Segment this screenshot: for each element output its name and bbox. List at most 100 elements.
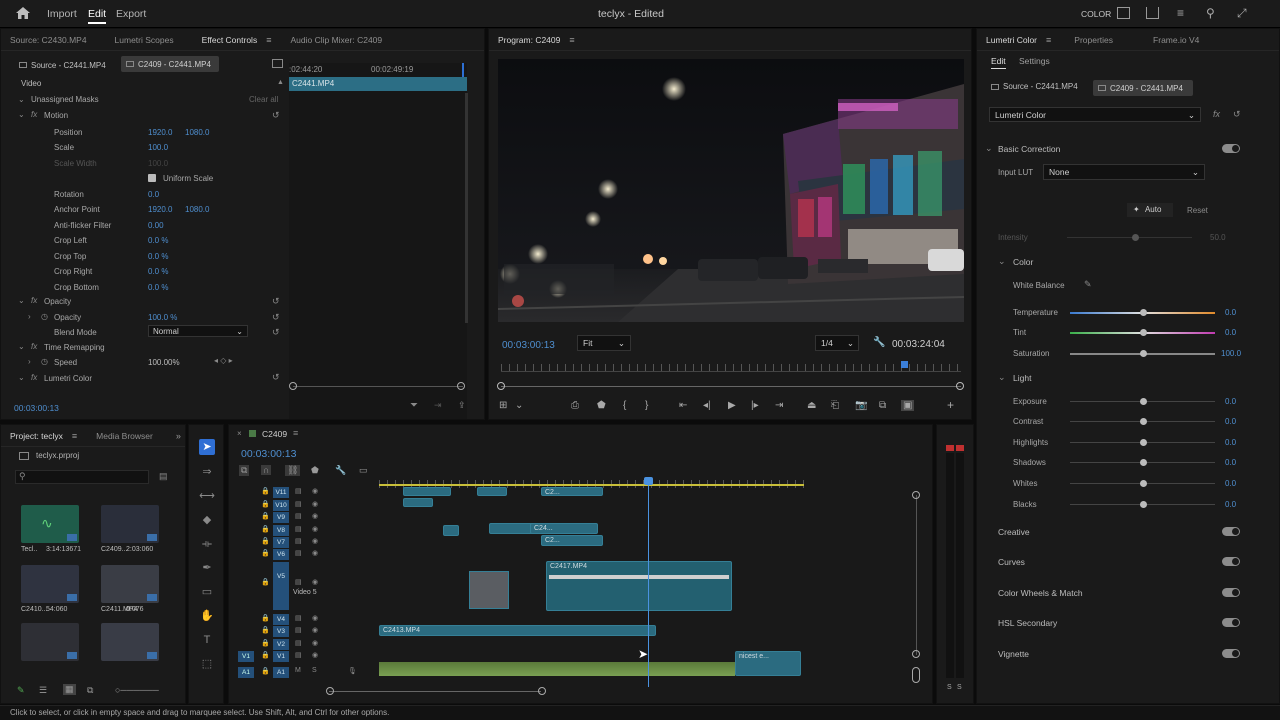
tab-properties[interactable]: Properties: [1065, 35, 1122, 45]
workspace-label[interactable]: COLOR: [1081, 9, 1111, 19]
chevron-down-icon[interactable]: ⌄: [985, 143, 993, 154]
chevron-down-icon[interactable]: ⌄: [998, 372, 1006, 383]
fx-icon[interactable]: fx: [31, 373, 37, 382]
mute-icon[interactable]: M: [295, 667, 301, 674]
toggle-timeline-icon[interactable]: [272, 59, 283, 68]
fit-select[interactable]: Fit ⌄: [577, 335, 631, 351]
project-thumbnail[interactable]: ∿: [21, 505, 79, 543]
property-value-2[interactable]: 1080.0: [185, 128, 209, 137]
section-toggle[interactable]: [1222, 588, 1240, 597]
sync-lock-icon[interactable]: ▤: [295, 512, 302, 520]
section-header[interactable]: HSL Secondary: [998, 618, 1057, 628]
vscroll-handle-top[interactable]: [912, 491, 920, 499]
timeline-clip[interactable]: [443, 525, 459, 536]
sequence-tab[interactable]: C2409: [262, 429, 287, 439]
hscroll-handle-right[interactable]: [538, 687, 546, 695]
eye-icon[interactable]: ◉: [312, 525, 318, 533]
fullscreen-icon[interactable]: ⤢: [1237, 6, 1247, 21]
razor-icon[interactable]: ◆: [199, 512, 215, 528]
edit-tab[interactable]: Edit: [88, 8, 107, 24]
captions-tool-icon[interactable]: ⬚: [199, 656, 215, 672]
ec-scroll[interactable]: [465, 93, 468, 323]
panel-menu-icon[interactable]: ≡: [1046, 35, 1051, 45]
timeline-v-scroll[interactable]: [916, 495, 917, 655]
extract-icon[interactable]: ⎗: [831, 400, 839, 411]
sync-lock-icon[interactable]: ▤: [295, 614, 302, 622]
tab-audio-clip-mixer[interactable]: Audio Clip Mixer: C2409: [281, 35, 391, 45]
property-value[interactable]: 100.0: [148, 159, 168, 168]
lock-icon[interactable]: 🔒: [261, 626, 270, 634]
home-icon[interactable]: [15, 6, 31, 20]
opacity-value[interactable]: 100.0 %: [148, 313, 177, 322]
property-value[interactable]: 100.0: [148, 143, 168, 152]
lock-icon[interactable]: 🔒: [261, 487, 270, 495]
slider-value[interactable]: 0.0: [1225, 308, 1236, 317]
quality-select[interactable]: 1/4 ⌄: [815, 335, 859, 351]
sync-lock-icon[interactable]: ▤: [295, 578, 302, 586]
step-forward-icon[interactable]: |▸: [751, 400, 759, 411]
tab-project[interactable]: Project: teclyx: [1, 431, 72, 441]
lock-icon[interactable]: 🔒: [261, 537, 270, 545]
lumetri-color-effect[interactable]: Lumetri Color: [44, 374, 92, 383]
ec-clip-bar[interactable]: C2441.MP4: [289, 77, 467, 91]
opacity-header[interactable]: Opacity: [44, 297, 71, 306]
track-target[interactable]: V7: [273, 537, 289, 548]
playhead-handle[interactable]: [644, 477, 653, 485]
stopwatch-icon[interactable]: ◷: [41, 312, 48, 321]
chevron-down-icon[interactable]: ⌄: [18, 110, 25, 119]
slider-value[interactable]: 0.0: [1225, 458, 1236, 467]
track-target[interactable]: V1: [273, 651, 289, 662]
project-thumbnail[interactable]: [21, 623, 79, 661]
fx-icon[interactable]: fx: [31, 110, 37, 119]
audio-vscroll-handle[interactable]: [912, 667, 920, 683]
timeline-clip[interactable]: C2...: [541, 535, 603, 546]
overflow-icon[interactable]: »: [176, 431, 181, 441]
snap-icon[interactable]: ∩: [261, 465, 272, 475]
reset-icon[interactable]: ↺: [272, 296, 280, 307]
scrub-handle-left[interactable]: [497, 382, 505, 390]
new-bin-icon[interactable]: ▤: [159, 471, 168, 482]
timeline-clip[interactable]: C2417.MP4: [546, 561, 732, 611]
chevron-right-icon[interactable]: ›: [28, 312, 31, 321]
track-select-icon[interactable]: ⇒: [199, 464, 215, 480]
slider-value[interactable]: 0.0: [1225, 397, 1236, 406]
timeline-playhead[interactable]: [648, 477, 649, 687]
panel-menu-icon[interactable]: ≡: [293, 428, 298, 438]
eye-icon[interactable]: ◉: [312, 626, 318, 634]
slider-value[interactable]: 0.0: [1225, 417, 1236, 426]
auto-button[interactable]: ✦ Auto: [1127, 203, 1173, 217]
step-back-icon[interactable]: ◂|: [703, 400, 711, 411]
timeline-timecode[interactable]: 00:03:00:13: [241, 448, 296, 460]
timeline-clip[interactable]: C2413.MP4: [379, 625, 656, 636]
safe-margins-icon[interactable]: ▣: [901, 399, 915, 411]
property-value[interactable]: 0.0 %: [148, 252, 168, 261]
solo-icon[interactable]: S: [312, 667, 317, 674]
sync-lock-icon[interactable]: ▤: [295, 651, 302, 659]
uniform-scale-checkbox[interactable]: [148, 174, 156, 182]
program-playhead-marker[interactable]: [901, 361, 908, 368]
camera-icon[interactable]: 📷: [855, 400, 867, 411]
slider-knob[interactable]: [1140, 459, 1147, 466]
section-header[interactable]: Curves: [998, 557, 1025, 567]
project-thumbnail[interactable]: [101, 505, 159, 543]
vscroll-handle-bottom[interactable]: [912, 650, 920, 658]
light-header[interactable]: Light: [1013, 373, 1031, 383]
source-chip[interactable]: Source - C2441.MP4: [19, 58, 106, 72]
tab-frameio[interactable]: Frame.io V4: [1144, 35, 1208, 45]
sync-lock-icon[interactable]: ▤: [295, 525, 302, 533]
tab-source[interactable]: Source: C2430.MP4: [1, 35, 96, 45]
property-value[interactable]: 1920.0: [148, 128, 172, 137]
sync-lock-icon[interactable]: ▤: [295, 549, 302, 557]
section-toggle[interactable]: [1222, 527, 1240, 536]
section-toggle[interactable]: [1222, 649, 1240, 658]
tab-lumetri-color[interactable]: Lumetri Color: [977, 35, 1046, 45]
filter-icon[interactable]: ⏷: [410, 400, 418, 411]
panel-menu-icon[interactable]: ≡: [569, 35, 574, 45]
wrench-icon[interactable]: 🔧: [873, 337, 885, 348]
type-tool-icon[interactable]: T: [199, 632, 215, 648]
eye-icon[interactable]: ◉: [312, 639, 318, 647]
panel-menu-icon[interactable]: ≡: [72, 431, 77, 441]
section-toggle[interactable]: [1222, 618, 1240, 627]
share-icon[interactable]: ⇪: [458, 400, 466, 411]
slider-knob[interactable]: [1140, 329, 1147, 336]
